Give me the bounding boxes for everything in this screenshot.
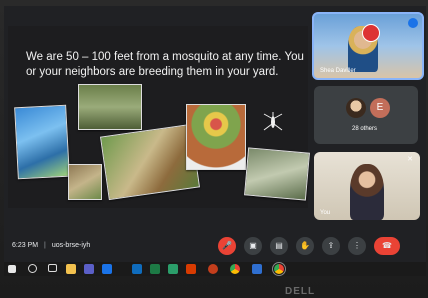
more-options-button[interactable]: ⋮ xyxy=(348,237,366,255)
slide-text: We are 50 – 100 feet from a mosquito at … xyxy=(26,51,304,78)
captions-icon: ▤ xyxy=(275,241,283,250)
file-explorer-icon[interactable] xyxy=(66,264,76,274)
more-vert-icon: ⋮ xyxy=(353,241,361,250)
photo-pots xyxy=(99,123,201,201)
no-sign-icon xyxy=(362,24,380,42)
hang-up-icon: ☎ xyxy=(382,241,392,250)
powerpoint-icon[interactable] xyxy=(208,264,218,274)
presenter-name: Shea Daviller xyxy=(320,68,356,74)
mail-icon[interactable] xyxy=(102,264,112,274)
planner-icon[interactable] xyxy=(168,264,178,274)
leave-call-button[interactable]: ☎ xyxy=(374,237,400,255)
self-view-tile[interactable]: ✕ You xyxy=(314,152,420,220)
photo-container-garden xyxy=(68,164,102,200)
meeting-code: uos-brse-iyh xyxy=(51,242,91,249)
task-view-icon[interactable] xyxy=(48,264,57,272)
presentation-slide: We are 50 – 100 feet from a mosquito at … xyxy=(8,26,310,208)
meeting-time: 6:23 PM xyxy=(12,242,39,249)
camera-toggle-button[interactable]: ▣ xyxy=(244,237,262,255)
mic-off-icon: ✕ xyxy=(407,156,413,163)
present-button[interactable]: ⇪ xyxy=(322,237,340,255)
self-video xyxy=(350,164,384,220)
windows-start-icon[interactable] xyxy=(8,265,16,273)
speaking-indicator-icon xyxy=(408,18,418,28)
present-icon: ⇪ xyxy=(327,241,335,250)
meeting-info: 6:23 PM | uos-brse-iyh xyxy=(12,242,90,249)
captions-button[interactable]: ▤ xyxy=(270,237,288,255)
photo-blue-pool xyxy=(14,104,70,180)
info-separator: | xyxy=(44,242,46,249)
raise-hand-button[interactable]: ✋ xyxy=(296,237,314,255)
meet-window: We are 50 – 100 feet from a mosquito at … xyxy=(4,6,426,262)
windows-taskbar xyxy=(4,262,426,276)
hand-icon: ✋ xyxy=(300,241,310,250)
meeting-control-bar: 6:23 PM | uos-brse-iyh 🎤 ▣ ▤ ✋ ⇪ ⋮ ☎ xyxy=(4,230,426,262)
mic-toggle-button[interactable]: 🎤 xyxy=(218,237,236,255)
photo-flower-pot xyxy=(186,104,246,170)
outlook-icon[interactable] xyxy=(132,264,142,274)
search-icon[interactable] xyxy=(28,264,37,273)
mic-off-icon: 🎤 xyxy=(222,241,232,250)
photo-birdbath xyxy=(78,84,142,130)
store-icon[interactable] xyxy=(252,264,262,274)
mosquito-icon xyxy=(263,112,283,131)
camera-icon: ▣ xyxy=(249,241,257,250)
presenter-tile[interactable]: Shea Daviller xyxy=(312,12,424,80)
participant-photo-avatar xyxy=(346,98,366,118)
photo-birdbath-two xyxy=(244,147,310,201)
chrome-active-icon[interactable] xyxy=(272,262,286,276)
others-tile[interactable]: E 28 others xyxy=(314,86,418,144)
chrome-icon[interactable] xyxy=(230,264,240,274)
self-name: You xyxy=(320,210,331,216)
dell-logo: DELL xyxy=(285,286,316,297)
others-count: 28 others xyxy=(352,126,378,132)
excel-icon[interactable] xyxy=(150,264,160,274)
participant-initial-avatar: E xyxy=(370,98,390,118)
office-icon[interactable] xyxy=(186,264,196,274)
teams-icon[interactable] xyxy=(84,264,94,274)
